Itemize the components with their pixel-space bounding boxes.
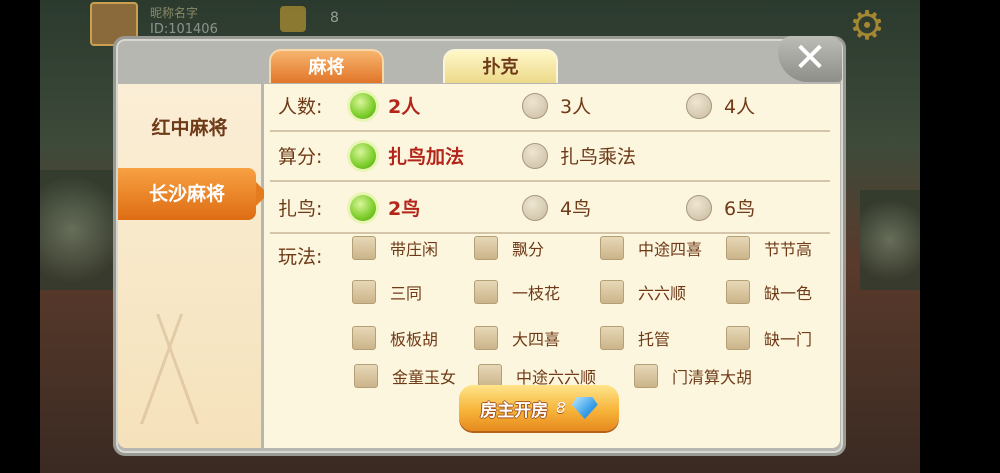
divider xyxy=(270,232,830,234)
rule-checkbox[interactable]: 板板胡 xyxy=(352,326,438,350)
checkbox-icon xyxy=(474,280,498,304)
birds-row: 扎鸟: 2鸟 4鸟 6鸟 xyxy=(264,184,840,230)
sidebar-item-changsha[interactable]: 长沙麻将 xyxy=(118,168,268,220)
radio-icon xyxy=(686,194,712,221)
checkbox-icon xyxy=(634,364,658,388)
rule-label: 飘分 xyxy=(512,240,545,259)
checkbox-icon xyxy=(352,280,376,304)
rule-checkbox[interactable]: 三同 xyxy=(352,280,422,304)
checkbox-icon xyxy=(354,364,378,388)
checkbox-icon xyxy=(726,326,750,350)
rule-label: 缺一门 xyxy=(764,330,813,349)
tab-mahjong[interactable]: 麻将 xyxy=(269,49,384,83)
option-label: 6鸟 xyxy=(724,198,756,220)
rule-label: 板板胡 xyxy=(390,330,439,349)
rule-checkbox[interactable]: 一枝花 xyxy=(474,280,560,304)
cards-decoration-icon xyxy=(132,314,252,424)
checkbox-icon xyxy=(600,326,624,350)
background-decoration-right xyxy=(860,190,920,290)
create-room-button[interactable]: 房主开房 8 xyxy=(459,385,619,431)
tab-poker[interactable]: 扑克 xyxy=(443,49,558,83)
birds-label: 扎鸟: xyxy=(278,198,323,220)
rule-checkbox[interactable]: 大四喜 xyxy=(474,326,560,350)
background-decoration-left xyxy=(40,170,120,290)
radio-icon xyxy=(522,194,548,221)
gear-icon: ⚙ xyxy=(849,3,885,49)
rule-label: 托管 xyxy=(638,330,671,349)
coin-icon xyxy=(280,6,306,32)
create-room-label: 房主开房 xyxy=(480,400,549,421)
rule-label: 金童玉女 xyxy=(392,368,457,387)
birds-option-2[interactable]: 2鸟 xyxy=(350,194,420,221)
divider xyxy=(270,180,830,182)
radio-icon xyxy=(686,92,712,119)
rule-label: 缺一色 xyxy=(764,284,813,303)
rule-label: 带庄闲 xyxy=(390,240,439,259)
checkbox-icon xyxy=(726,236,750,260)
rule-label: 三同 xyxy=(390,284,423,303)
checkbox-icon xyxy=(474,326,498,350)
checkbox-icon xyxy=(726,280,750,304)
radio-selected-icon xyxy=(350,142,376,169)
rule-checkbox[interactable]: 带庄闲 xyxy=(352,236,438,260)
scoring-option-multiply[interactable]: 扎鸟乘法 xyxy=(522,142,636,169)
scoring-option-add[interactable]: 扎鸟加法 xyxy=(350,142,464,169)
checkbox-icon xyxy=(352,326,376,350)
players-option-2[interactable]: 2人 xyxy=(350,92,420,119)
checkbox-icon xyxy=(600,236,624,260)
radio-selected-icon xyxy=(350,92,376,119)
players-option-3[interactable]: 3人 xyxy=(522,92,591,119)
radio-icon xyxy=(522,142,548,169)
rule-checkbox[interactable]: 中途四喜 xyxy=(600,236,702,260)
close-icon: ✕ xyxy=(793,35,827,81)
coin-count: 8 xyxy=(330,10,339,26)
rule-checkbox[interactable]: 六六顺 xyxy=(600,280,686,304)
rule-checkbox[interactable]: 门清算大胡 xyxy=(634,364,752,388)
radio-icon xyxy=(522,92,548,119)
birds-option-4[interactable]: 4鸟 xyxy=(522,194,591,221)
player-id: ID:101406 xyxy=(150,22,218,37)
radio-selected-icon xyxy=(350,194,376,221)
option-label: 2人 xyxy=(388,96,421,118)
rule-checkbox[interactable]: 金童玉女 xyxy=(354,364,456,388)
rule-checkbox[interactable]: 缺一色 xyxy=(726,280,812,304)
option-label: 3人 xyxy=(560,96,592,118)
rule-label: 大四喜 xyxy=(512,330,561,349)
option-label: 4人 xyxy=(724,96,756,118)
rule-label: 中途四喜 xyxy=(638,240,703,259)
players-option-4[interactable]: 4人 xyxy=(686,92,755,119)
rule-checkbox[interactable]: 节节高 xyxy=(726,236,812,260)
scoring-label: 算分: xyxy=(278,146,323,168)
option-label: 2鸟 xyxy=(388,198,421,220)
game-type-sidebar: 红中麻将 长沙麻将 xyxy=(118,84,268,448)
players-label: 人数: xyxy=(278,96,323,118)
option-label: 扎鸟乘法 xyxy=(560,146,637,168)
divider xyxy=(270,130,830,132)
create-room-cost: 8 xyxy=(556,399,566,417)
rule-checkbox[interactable]: 缺一门 xyxy=(726,326,812,350)
player-name: 昵称名字 xyxy=(150,6,199,20)
rule-label: 门清算大胡 xyxy=(672,368,753,387)
rule-label: 六六顺 xyxy=(638,284,687,303)
checkbox-icon xyxy=(474,236,498,260)
scoring-row: 算分: 扎鸟加法 扎鸟乘法 xyxy=(264,134,840,180)
rule-checkbox[interactable]: 飘分 xyxy=(474,236,544,260)
checkbox-icon xyxy=(600,280,624,304)
rule-label: 节节高 xyxy=(764,240,813,259)
rules-label: 玩法: xyxy=(278,246,323,268)
rule-checkbox[interactable]: 托管 xyxy=(600,326,670,350)
birds-option-6[interactable]: 6鸟 xyxy=(686,194,755,221)
players-row: 人数: 2人 3人 4人 xyxy=(264,84,840,130)
option-label: 扎鸟加法 xyxy=(388,146,465,168)
sidebar-item-hongzhong[interactable]: 红中麻将 xyxy=(118,102,261,154)
diamond-icon xyxy=(571,397,598,419)
option-label: 4鸟 xyxy=(560,198,592,220)
checkbox-icon xyxy=(352,236,376,260)
rule-label: 一枝花 xyxy=(512,284,561,303)
